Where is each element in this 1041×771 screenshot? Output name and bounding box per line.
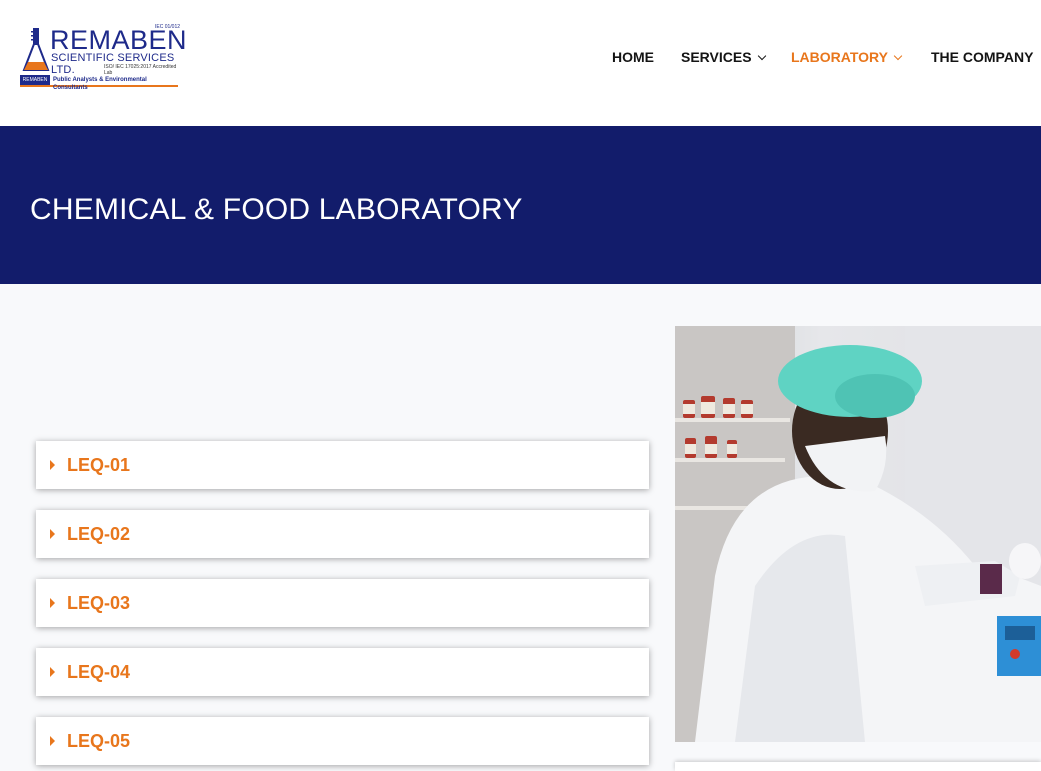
accordion-item-leq-04[interactable]: LEQ-04 — [36, 648, 649, 696]
main-nav: HOME SERVICES LABORATORY THE COMPANY — [0, 47, 1041, 67]
accordion-item-leq-03[interactable]: LEQ-03 — [36, 579, 649, 627]
lab-photo-illustration — [675, 326, 1041, 742]
accordion-item-label: LEQ-02 — [67, 524, 131, 544]
logo-badge: REMABEN — [20, 75, 50, 85]
nav-home[interactable]: HOME — [612, 47, 654, 67]
content-card-edge — [675, 762, 1041, 771]
site-header: IEC 01/012 REMABEN SCIENTIFIC SERVICES L… — [0, 0, 1041, 126]
chevron-down-icon — [893, 51, 903, 61]
nav-laboratory-label: LABORATORY — [791, 49, 888, 65]
nav-the-company-label: THE COMPANY — [931, 49, 1034, 65]
lab-technician-photo — [675, 326, 1041, 742]
nav-services-label: SERVICES — [681, 49, 752, 65]
caret-right-icon — [50, 598, 55, 608]
nav-services[interactable]: SERVICES — [681, 47, 766, 67]
accordion-item-leq-05[interactable]: LEQ-05 — [36, 717, 649, 765]
accordion-item-leq-02[interactable]: LEQ-02 — [36, 510, 649, 558]
nav-the-company[interactable]: THE COMPANY — [931, 47, 1033, 67]
page-banner: CHEMICAL & FOOD LABORATORY — [0, 126, 1041, 284]
page-title: CHEMICAL & FOOD LABORATORY — [30, 193, 523, 226]
accordion-item-label: LEQ-04 — [67, 662, 131, 682]
logo-tagline: Public Analysts & Environmental Consulta… — [53, 77, 147, 91]
chevron-down-icon — [757, 51, 766, 61]
accordion-item-label: LEQ-01 — [67, 455, 131, 475]
caret-right-icon — [50, 736, 55, 746]
caret-right-icon — [50, 667, 55, 677]
nav-home-label: HOME — [612, 49, 654, 65]
caret-right-icon — [50, 529, 55, 539]
caret-right-icon — [50, 460, 55, 470]
accordion-item-leq-01[interactable]: LEQ-01 — [36, 441, 649, 489]
nav-laboratory[interactable]: LABORATORY — [791, 47, 903, 67]
accordion-item-label: LEQ-03 — [67, 593, 131, 613]
accordion-item-label: LEQ-05 — [67, 731, 131, 751]
